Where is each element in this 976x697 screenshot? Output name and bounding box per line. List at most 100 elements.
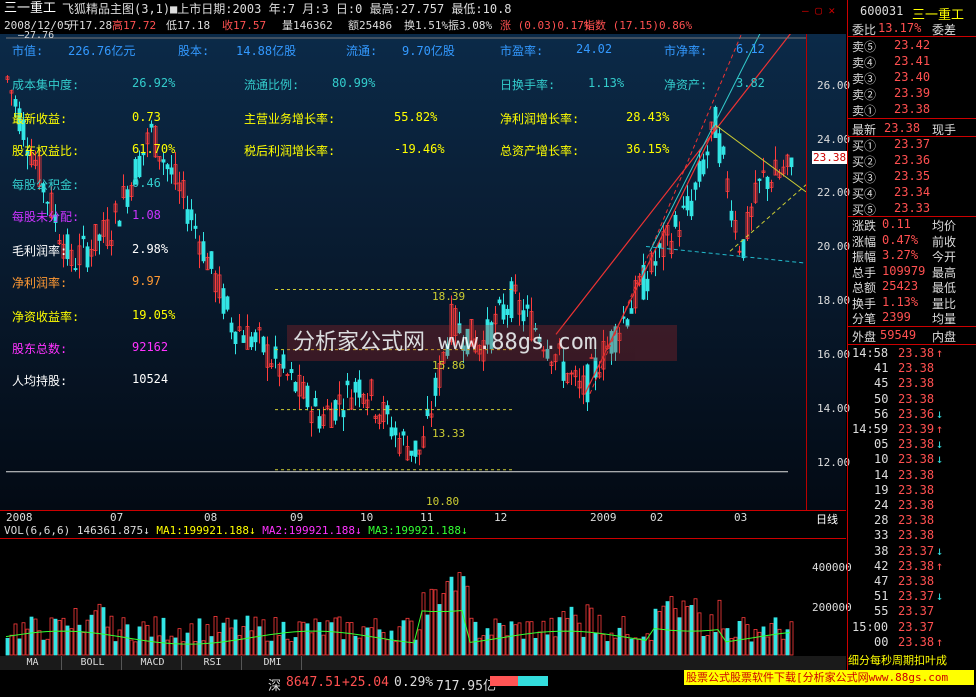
- volume-bar: [361, 626, 366, 656]
- up-down-bar-red: [490, 676, 518, 686]
- bar-amplitude: 振3.08%: [448, 19, 493, 32]
- volume-bar: [573, 614, 578, 656]
- bar-index: 指数 (17.15)0.86%: [584, 19, 693, 32]
- volume-bar: [405, 617, 410, 656]
- outer-label: 外盘: [852, 330, 877, 344]
- volume-bar: [565, 617, 570, 656]
- tab-dmi[interactable]: DMI: [244, 656, 302, 670]
- volume-bar: [421, 592, 426, 656]
- pe-label: 市盈率:: [500, 44, 544, 58]
- undist-value: 1.08: [132, 208, 161, 222]
- price-axis: 26.00 24.00 22.00 20.00 18.00 16.00 14.0…: [806, 34, 850, 510]
- volume-bar: [257, 626, 262, 656]
- volume-bar: [445, 581, 450, 656]
- tick-price: 23.38: [898, 634, 935, 649]
- ask-label: 卖②: [852, 88, 877, 102]
- volume-bar: [33, 618, 38, 656]
- volume-bar: [505, 635, 510, 656]
- volume-bar: [169, 635, 174, 656]
- fundamentals-overlay: 市值: 226.76亿元 股本: 14.88亿股 流通: 9.70亿股 市盈率:…: [0, 34, 846, 510]
- index-value: 8647.51: [286, 675, 341, 690]
- volume-bar: [41, 639, 46, 656]
- tick-price: 23.38: [898, 498, 935, 512]
- volume-bar: [285, 638, 290, 656]
- volume-bar: [137, 626, 142, 656]
- period-label[interactable]: 日线: [816, 511, 838, 527]
- tick-direction: ↓: [936, 452, 944, 467]
- volume-bar: [481, 635, 486, 656]
- volume-bar: [613, 637, 618, 656]
- ask-label: 卖④: [852, 56, 877, 70]
- tick-price: 23.36: [898, 406, 935, 421]
- volume-bar: [341, 639, 346, 656]
- divider: [848, 326, 976, 327]
- inner-label: 内盘: [932, 330, 957, 344]
- volume-bar: [629, 638, 634, 656]
- tab-rsi[interactable]: RSI: [184, 656, 242, 670]
- reserve-label: 每股公积金:: [12, 178, 80, 192]
- volume-bar: [113, 641, 118, 656]
- volume-bar: [233, 619, 238, 656]
- tab-boll[interactable]: BOLL: [64, 656, 122, 670]
- volume-bar: [525, 621, 530, 656]
- volume-bar: [141, 621, 146, 656]
- tick-price: 23.38: [898, 437, 935, 452]
- tick-direction: ↑: [936, 422, 944, 436]
- tab-ma[interactable]: MA: [4, 656, 62, 670]
- vol-value: VOL(6,6,6) 146361.875↓: [4, 524, 150, 537]
- ask-price: 23.42: [894, 38, 931, 52]
- volume-bar: [241, 626, 246, 656]
- tick-direction: ↑: [936, 634, 944, 649]
- per-holder-value: 10524: [132, 372, 169, 386]
- volume-bar: [157, 635, 162, 656]
- volume-bar: [293, 637, 298, 656]
- volume-bar: [213, 616, 218, 656]
- volume-bar: [377, 629, 382, 656]
- ad-banner[interactable]: 股票公式股票软件下载[分析家公式网www.88gs.com: [684, 670, 974, 685]
- stat-value: 2399: [882, 310, 911, 324]
- volume-bar: [305, 623, 310, 656]
- tab-macd[interactable]: MACD: [124, 656, 182, 670]
- volume-bar: [5, 637, 10, 656]
- volume-bar: [89, 614, 94, 656]
- eps-value: 0.73: [132, 110, 161, 124]
- volume-bar: [345, 622, 350, 656]
- stat-label-2: 量比: [932, 296, 957, 311]
- tick-time: 56: [874, 406, 889, 421]
- volume-bar: [681, 600, 686, 656]
- stat-value: 0.11: [882, 217, 911, 231]
- gross-margin-value: 2.98%: [132, 242, 169, 256]
- volume-bar: [473, 621, 478, 656]
- volume-bar: [773, 617, 778, 656]
- bar-amount: 额25486: [348, 19, 393, 32]
- ask-price: 23.39: [894, 86, 931, 100]
- volume-bar: [753, 629, 758, 656]
- float-value: 9.70亿股: [402, 44, 455, 58]
- ask-price: 23.40: [894, 70, 931, 84]
- tick-time: 15:00: [852, 619, 889, 634]
- volume-bar: [597, 614, 602, 656]
- volume-bar: [349, 622, 354, 656]
- volume-bar: [705, 635, 710, 656]
- volume-bar: [649, 639, 654, 656]
- volume-bar: [57, 620, 62, 656]
- volume-bar: [737, 620, 742, 656]
- asset-growth-label: 总资产增长率:: [500, 144, 580, 158]
- y-label: 24.00: [817, 133, 851, 146]
- share-capital-label: 股本:: [178, 44, 210, 58]
- volume-bar: [781, 638, 786, 656]
- stat-label: 振幅: [852, 250, 877, 264]
- volume-bar: [561, 611, 566, 656]
- tick-price: 23.37: [898, 543, 935, 558]
- divider: [848, 344, 976, 345]
- nav-label: 净资产:: [664, 78, 708, 92]
- index-change: +25.04: [342, 675, 389, 690]
- volume-chart[interactable]: 400000 200000: [0, 538, 852, 656]
- volume-bar: [593, 632, 598, 656]
- volume-bar: [401, 620, 406, 656]
- indicator-tabs: MA BOLL MACD RSI DMI: [0, 656, 846, 670]
- tick-price: 23.38: [898, 391, 935, 406]
- volume-bar: [117, 629, 122, 656]
- volume-bar: [701, 635, 706, 656]
- y-label: 18.00: [817, 294, 851, 307]
